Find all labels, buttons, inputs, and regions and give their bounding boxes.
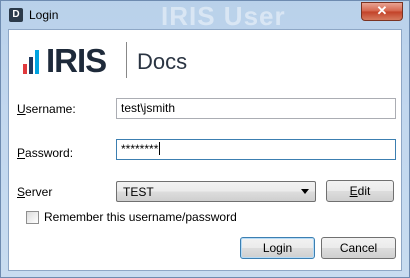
remember-label[interactable]: Remember this username/password — [44, 210, 237, 224]
login-button[interactable]: Login — [240, 237, 315, 259]
username-label-accel: U — [17, 102, 26, 116]
edit-label-rest: dit — [357, 184, 371, 198]
username-label-rest: sername: — [25, 102, 76, 116]
title-bar[interactable]: IRIS User D Login ✕ — [1, 1, 409, 31]
username-value: test\jsmith — [121, 101, 176, 115]
password-input[interactable]: ******** — [116, 139, 396, 160]
iris-docs-logo: IRIS Docs — [23, 40, 223, 84]
window-title: Login — [29, 8, 59, 22]
logo-brand: IRIS — [46, 42, 107, 79]
app-icon: D — [9, 8, 23, 22]
login-window: IRIS User D Login ✕ IRIS Docs Username: … — [0, 0, 410, 278]
close-button[interactable]: ✕ — [361, 2, 403, 21]
password-label-rest: assword: — [25, 146, 74, 160]
server-label: Server — [17, 185, 52, 199]
title-watermark: IRIS User — [161, 1, 286, 31]
edit-button[interactable]: Edit — [326, 180, 394, 202]
dialog-body: IRIS Docs Username: test\jsmith Password… — [8, 29, 402, 271]
logo-product: Docs — [137, 49, 188, 74]
server-value: TEST — [123, 185, 154, 199]
close-icon: ✕ — [376, 3, 388, 18]
password-label: Password: — [17, 146, 73, 160]
password-value: ******** — [121, 142, 159, 156]
username-label: Username: — [17, 102, 76, 116]
server-label-rest: erver — [25, 185, 53, 199]
remember-checkbox[interactable] — [26, 211, 39, 224]
password-label-accel: P — [17, 146, 26, 160]
edit-label-accel: E — [349, 184, 358, 198]
logo-divider — [126, 42, 127, 78]
server-select[interactable]: TEST — [116, 181, 316, 202]
username-input[interactable]: test\jsmith — [116, 98, 396, 119]
cancel-button[interactable]: Cancel — [321, 237, 396, 259]
chevron-down-icon[interactable] — [301, 189, 309, 194]
text-caret — [159, 142, 161, 155]
server-label-accel: S — [17, 185, 26, 199]
